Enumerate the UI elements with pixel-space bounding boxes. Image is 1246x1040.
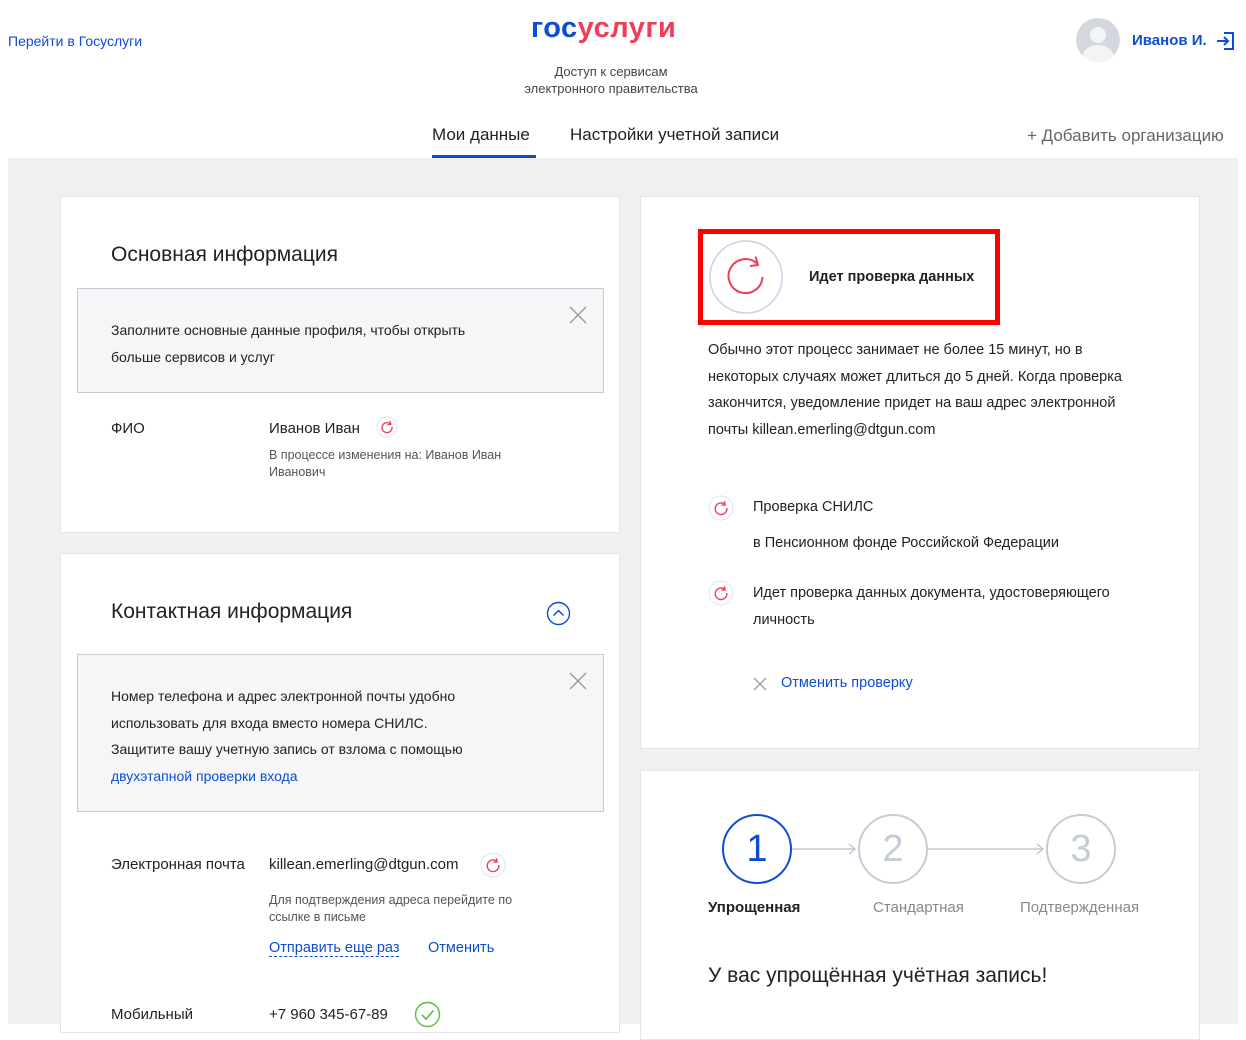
cancel-email-link[interactable]: Отменить	[428, 940, 494, 956]
resend-link-wrapper: Отправить еще раз	[269, 940, 400, 957]
document-check-line-2: личность	[753, 611, 815, 628]
two-step-verification-link[interactable]: двухэтапной проверки входа	[111, 763, 463, 790]
refresh-icon	[708, 495, 734, 521]
subtitle-line-2: электронного правительства	[524, 81, 698, 96]
notice-line-1: Заполните основные данные профиля, чтобы…	[111, 322, 466, 338]
verification-desc-line-3: закончится, уведомление придет на ваш ад…	[708, 395, 1116, 411]
step-1-circle: 1	[722, 814, 792, 884]
goto-gosuslugi-link[interactable]: Перейти в Госуслуги	[8, 33, 142, 49]
tab-account-settings[interactable]: Настройки учетной записи	[570, 125, 779, 145]
snils-check-title: Проверка СНИЛС	[753, 499, 874, 515]
contact-info-title: Контактная информация	[111, 600, 353, 623]
account-level-result: У вас упрощённая учётная запись!	[708, 964, 1048, 987]
contact-info-notice: Номер телефона и адрес электронной почты…	[77, 654, 604, 812]
refresh-icon	[480, 852, 506, 878]
document-check-line-1: Идет проверка данных документа, удостове…	[753, 585, 1110, 601]
close-icon[interactable]	[568, 671, 588, 691]
gosuslugi-logo[interactable]: госуслуги	[531, 12, 676, 45]
refresh-icon	[709, 240, 783, 314]
add-organization-link[interactable]: + Добавить организацию	[1027, 126, 1224, 146]
email-value: killean.emerling@dtgun.com	[269, 856, 459, 873]
arrow-right-icon	[792, 843, 856, 855]
refresh-icon	[376, 416, 398, 438]
fio-label: ФИО	[111, 420, 145, 437]
header-subtitle: Доступ к сервисам электронного правитель…	[500, 63, 722, 97]
notice-text: Номер телефона и адрес электронной почты…	[111, 683, 463, 789]
arrow-right-icon	[928, 843, 1044, 855]
document-check-text: Идет проверка данных документа, удостове…	[753, 580, 1110, 633]
cancel-verification-link[interactable]: Отменить проверку	[781, 675, 913, 691]
account-level-card: 1 2 3 Упрощенная Стандартная Подтвержден…	[640, 770, 1200, 1040]
basic-info-card: Основная информация Заполните основные д…	[60, 196, 620, 533]
verification-desc-line-1: Обычно этот процесс занимает не более 15…	[708, 342, 1083, 358]
step-2-label: Стандартная	[873, 899, 964, 916]
step-1-label: Упрощенная	[708, 899, 801, 916]
basic-info-notice: Заполните основные данные профиля, чтобы…	[77, 288, 604, 393]
notice-line-1: Номер телефона и адрес электронной почты…	[111, 688, 456, 704]
verification-desc-line-4: почты killean.emerling@dtgun.com	[708, 421, 936, 438]
resend-link[interactable]: Отправить еще раз	[269, 940, 400, 957]
email-hint-line-1: Для подтверждения адреса перейдите по	[269, 893, 513, 907]
logout-icon[interactable]	[1214, 30, 1236, 52]
contact-info-card: Контактная информация Номер телефона и а…	[60, 553, 620, 1033]
step-3-label: Подтвержденная	[1020, 899, 1140, 916]
notice-line-3: Защитите вашу учетную запись от взлома с…	[111, 741, 463, 757]
fio-pending-note: В процессе изменения на: Иванов Иван Ива…	[269, 447, 501, 481]
logo-part-uslugi: услуги	[577, 12, 677, 44]
notice-line-2: больше сервисов и услуг	[111, 348, 275, 365]
fio-value: Иванов Иван	[269, 420, 360, 437]
notice-line-2: использовать для входа вместо номера СНИ…	[111, 714, 428, 731]
close-icon[interactable]	[753, 677, 767, 691]
username-link[interactable]: Иванов И.	[1132, 32, 1207, 49]
tab-my-data[interactable]: Мои данные	[432, 125, 530, 145]
logo-part-gos: гос	[531, 12, 578, 44]
subtitle-line-1: Доступ к сервисам	[554, 64, 668, 79]
verification-title: Идет проверка данных	[809, 269, 975, 285]
notice-text: Заполните основные данные профиля, чтобы…	[111, 317, 465, 370]
fio-pending-line-1: В процессе изменения на: Иванов Иван	[269, 448, 502, 462]
email-hint-line-2: ссылке в письме	[269, 910, 366, 924]
snils-check-subtitle: в Пенсионном фонде Российской Федерации	[753, 535, 1059, 551]
avatar[interactable]	[1076, 18, 1120, 62]
refresh-icon	[708, 580, 734, 606]
email-label: Электронная почта	[111, 856, 245, 873]
email-hint: Для подтверждения адреса перейдите по сс…	[269, 892, 512, 926]
chevron-up-icon[interactable]	[546, 601, 571, 626]
verification-description: Обычно этот процесс занимает не более 15…	[708, 337, 1122, 443]
basic-info-title: Основная информация	[111, 243, 338, 266]
close-icon[interactable]	[568, 305, 588, 325]
step-2-circle: 2	[858, 814, 928, 884]
phone-label: Мобильный	[111, 1006, 193, 1023]
step-3-circle: 3	[1046, 814, 1116, 884]
verification-card: Идет проверка данных Обычно этот процесс…	[640, 196, 1200, 749]
verification-desc-line-2: некоторых случаях может длиться до 5 дне…	[708, 368, 1122, 385]
fio-pending-line-2: Иванович	[269, 465, 326, 479]
phone-value: +7 960 345-67-89	[269, 1006, 388, 1023]
